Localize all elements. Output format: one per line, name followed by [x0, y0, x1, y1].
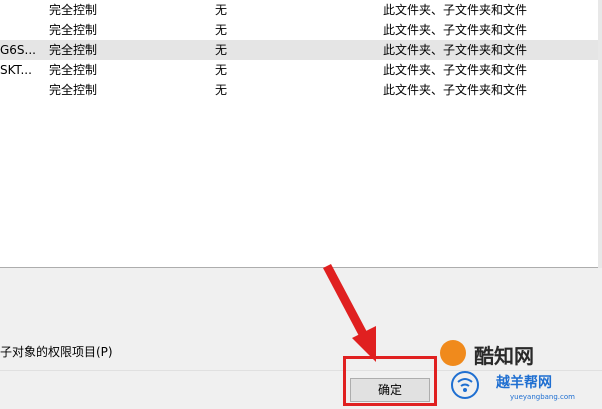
inherited-from-cell: 无: [215, 23, 228, 37]
access-cell: 完全控制: [49, 63, 98, 77]
principal-cell: G6S...: [0, 43, 36, 57]
permission-entries-list[interactable]: 完全控制 无 此文件夹、子文件夹和文件 完全控制 无 此文件夹、子文件夹和文件 …: [0, 0, 602, 268]
permission-row[interactable]: 完全控制 无 此文件夹、子文件夹和文件: [0, 80, 602, 100]
principal-cell: SKT...: [0, 63, 32, 77]
wifi-logo-icon: [451, 371, 479, 399]
permission-row[interactable]: SKT... 完全控制 无 此文件夹、子文件夹和文件: [0, 60, 602, 80]
applies-to-cell: 此文件夹、子文件夹和文件: [383, 23, 528, 37]
access-cell: 完全控制: [49, 23, 98, 37]
applies-to-cell: 此文件夹、子文件夹和文件: [383, 83, 528, 97]
access-cell: 完全控制: [49, 83, 98, 97]
inherited-from-cell: 无: [215, 83, 228, 97]
applies-to-cell: 此文件夹、子文件夹和文件: [383, 63, 528, 77]
list-scrollbar[interactable]: [598, 0, 602, 268]
inherited-from-cell: 无: [215, 63, 228, 77]
watermark: 酷知网 越羊帮网 yueyangbang.com: [440, 336, 602, 408]
permission-row[interactable]: 完全控制 无 此文件夹、子文件夹和文件: [0, 0, 602, 20]
applies-to-cell: 此文件夹、子文件夹和文件: [383, 3, 528, 17]
watermark-logo-icon: [440, 340, 466, 366]
permission-row[interactable]: 完全控制 无 此文件夹、子文件夹和文件: [0, 20, 602, 40]
access-cell: 完全控制: [49, 43, 98, 57]
watermark-top-name: 酷知网: [474, 344, 534, 368]
inherited-from-cell: 无: [215, 3, 228, 17]
watermark-url: yueyangbang.com: [510, 393, 575, 401]
watermark-bottom-name: 越羊帮网: [496, 375, 552, 391]
applies-to-cell: 此文件夹、子文件夹和文件: [383, 43, 528, 57]
access-cell: 完全控制: [49, 3, 98, 17]
ok-button[interactable]: 确定: [350, 378, 430, 402]
permission-row-selected[interactable]: G6S... 完全控制 无 此文件夹、子文件夹和文件: [0, 40, 602, 60]
replace-child-permissions-label[interactable]: 子对象的权限项目(P): [0, 343, 113, 360]
inherited-from-cell: 无: [215, 43, 228, 57]
